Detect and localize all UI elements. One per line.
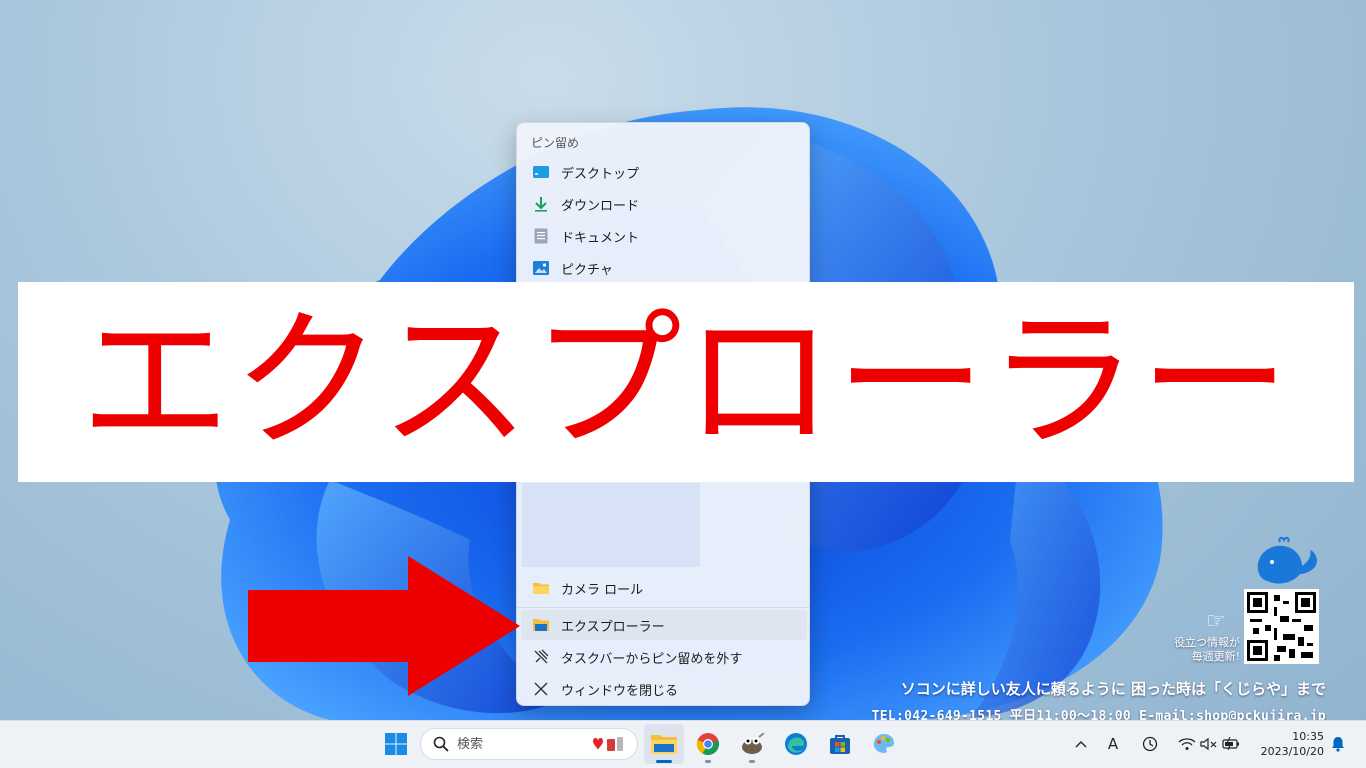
- chrome-icon: [696, 733, 719, 755]
- jump-list-item-documents[interactable]: ドキュメント: [521, 221, 807, 251]
- active-app-indicator: [656, 760, 672, 763]
- battery-charging-icon: [1222, 737, 1239, 751]
- jump-list-item-camera-roll[interactable]: カメラ ロール: [521, 573, 807, 603]
- taskbar-app-paint[interactable]: [864, 724, 904, 764]
- notification-button[interactable]: [1330, 733, 1346, 755]
- taskbar-app-chrome[interactable]: [688, 724, 728, 764]
- jump-list-item-close-window[interactable]: ウィンドウを閉じる: [521, 674, 807, 704]
- ime-status-button[interactable]: [1140, 733, 1160, 755]
- qr-code: [1244, 589, 1319, 664]
- edge-icon: [785, 733, 807, 755]
- close-icon: [533, 681, 549, 697]
- search-highlight-icon: [593, 737, 623, 751]
- quick-settings-button[interactable]: [1178, 733, 1240, 755]
- jump-list-item-unpin[interactable]: タスクバーからピン留めを外す: [521, 642, 807, 672]
- taskbar-search-box[interactable]: [420, 728, 638, 760]
- folder-icon: [533, 580, 549, 596]
- jump-list-header: ピン留め: [531, 136, 580, 150]
- jump-list-item-label: カメラ ロール: [561, 582, 644, 598]
- file-explorer-icon: [651, 735, 677, 754]
- jump-list-item-pictures[interactable]: ピクチャ: [521, 253, 807, 283]
- jump-list-preview-area: [522, 483, 700, 567]
- unpin-icon: [533, 649, 549, 665]
- ime-clock-icon: [1142, 736, 1158, 752]
- jump-list-item-downloads[interactable]: ダウンロード: [521, 189, 807, 219]
- running-app-indicator: [749, 760, 755, 763]
- gimp-icon: [742, 733, 765, 754]
- jump-list-item-label: ダウンロード: [561, 198, 640, 214]
- start-button[interactable]: [376, 724, 416, 764]
- paint-icon: [873, 734, 894, 753]
- taskbar-app-edge[interactable]: [776, 724, 816, 764]
- jump-list-item-label: タスクバーからピン留めを外す: [561, 651, 743, 667]
- jump-list-item-label: デスクトップ: [561, 166, 640, 182]
- wifi-icon: [1178, 738, 1196, 750]
- search-icon: [433, 736, 449, 752]
- tagline-line-2: 毎週更新!: [1191, 649, 1240, 663]
- jump-list-item-file-explorer[interactable]: エクスプローラー: [521, 610, 807, 640]
- running-app-indicator: [705, 760, 711, 763]
- pointing-hand-icon: ☞: [1206, 609, 1226, 634]
- jump-list-divider: [517, 607, 809, 608]
- whale-logo-icon: [1257, 536, 1317, 584]
- volume-muted-icon: [1200, 737, 1217, 751]
- store-icon: [830, 735, 850, 754]
- pointing-arrow-icon: [248, 556, 520, 696]
- start-icon: [385, 733, 407, 755]
- download-arrow-icon: [533, 196, 549, 212]
- jump-list-item-label: ピクチャ: [561, 262, 613, 278]
- taskbar-app-store[interactable]: [820, 724, 860, 764]
- document-icon: [533, 228, 549, 244]
- taskbar-app-gimp[interactable]: [732, 724, 772, 764]
- clock-date: 2023/10/20: [1260, 745, 1324, 758]
- desktop-folder-icon: [533, 164, 549, 180]
- tagline-line-1: 役立つ情報が: [1174, 636, 1240, 649]
- show-hidden-icons-button[interactable]: [1072, 733, 1090, 755]
- jump-list-item-label: エクスプローラー: [561, 619, 665, 635]
- jump-list-item-label: ウィンドウを閉じる: [561, 683, 679, 699]
- chevron-up-icon: [1075, 741, 1087, 748]
- file-explorer-icon: [533, 617, 549, 633]
- banner-text: エクスプローラー: [80, 295, 1292, 469]
- jump-list-item-desktop[interactable]: デスクトップ: [521, 157, 807, 187]
- search-input[interactable]: [457, 736, 587, 752]
- ime-mode-indicator[interactable]: A: [1103, 733, 1123, 755]
- shop-tagline: 役立つ情報が 毎週更新!: [1140, 636, 1240, 664]
- shop-slogan: ソコンに詳しい友人に頼るように 困った時は「くじらや」まで: [900, 680, 1326, 698]
- bell-icon: [1332, 737, 1344, 752]
- taskbar-app-file-explorer[interactable]: [644, 724, 684, 764]
- taskbar-clock[interactable]: 10:35 2023/10/20: [1258, 729, 1324, 759]
- title-banner: エクスプローラー: [18, 282, 1354, 482]
- pictures-icon: [533, 260, 549, 276]
- clock-time: 10:35: [1292, 730, 1324, 743]
- jump-list-item-label: ドキュメント: [561, 230, 640, 246]
